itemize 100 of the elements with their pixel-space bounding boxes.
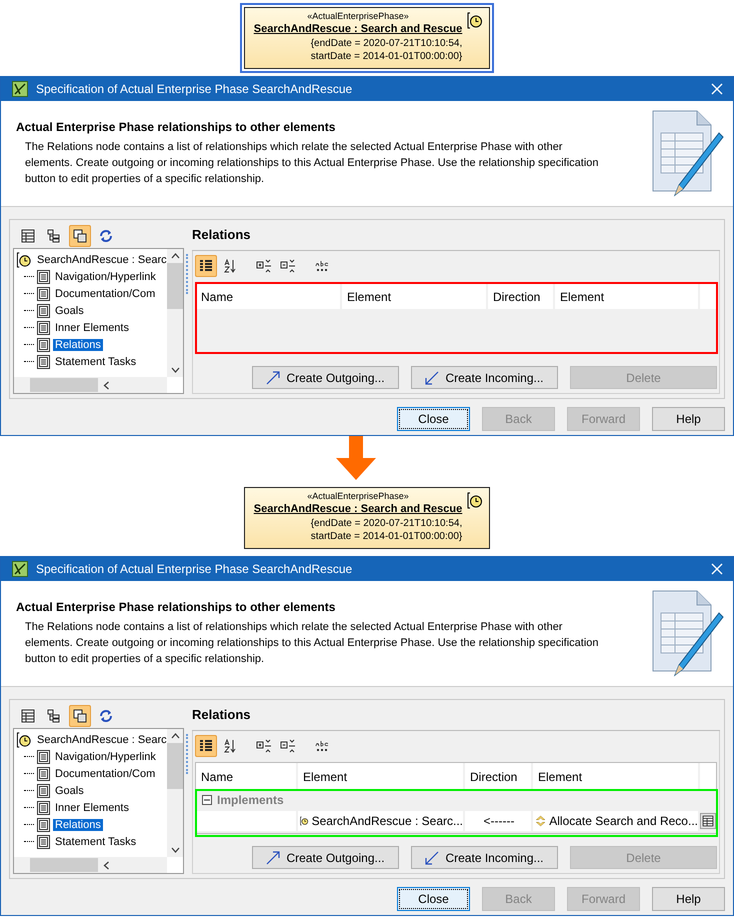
action-button[interactable]: Create Outgoing... [252, 366, 399, 389]
tagged-value: startDate = 2014-01-01T00:00:00} [310, 530, 462, 543]
element-shape[interactable]: «ActualEnterprisePhase» SearchAndRescue : Search and Rescue {endDate = 2020-07-21T10:10:54, startDate = 2014-01-01T00:00:00} [244, 487, 490, 549]
list-icon [199, 739, 213, 753]
tree-item[interactable]: Navigation/Hyperlink [53, 750, 158, 762]
tree-item[interactable]: Relations [53, 338, 103, 350]
refresh-icon [99, 229, 113, 243]
overlapping-squares-icon [73, 229, 87, 243]
close-icon[interactable] [711, 563, 723, 575]
document-icon [37, 320, 50, 334]
vertical-scrollbar[interactable] [167, 729, 184, 857]
action-button[interactable]: Create Incoming... [411, 846, 558, 869]
app-icon [12, 561, 28, 577]
list-icon [199, 259, 213, 273]
text-icon [314, 739, 330, 753]
tree-item[interactable]: Documentation/Com [53, 768, 158, 780]
app-icon [12, 81, 28, 97]
section-title: Relations [192, 704, 720, 731]
element-shape[interactable]: «ActualEnterprisePhase» SearchAndRescue : Search and Rescue {endDate = 2020-07-21T10:10:54, startDate = 2014-01-01T00:00:00} [244, 7, 490, 69]
grouped-tool-button[interactable] [195, 255, 217, 277]
horizontal-scrollbar[interactable] [14, 857, 168, 873]
copy-tool-button[interactable] [69, 705, 91, 727]
column-header[interactable]: Element [342, 283, 488, 309]
tree-item[interactable]: Goals [53, 304, 86, 316]
column-header[interactable]: Name [196, 283, 342, 309]
table-icon [21, 709, 35, 723]
tree-icon [47, 229, 61, 243]
tree-item[interactable]: Statement Tasks [53, 836, 138, 848]
close-icon[interactable] [711, 83, 723, 95]
scroll-up-icon[interactable] [170, 733, 180, 739]
document-icon [37, 750, 50, 764]
window-title: Specification of Actual Enterprise Phase SearchAndRescue [36, 82, 354, 96]
incoming-arrow-icon [425, 850, 440, 864]
document-icon [37, 818, 50, 832]
document-icon [37, 766, 50, 780]
header-filler [700, 763, 716, 789]
section-heading: Actual Enterprise Phase relationships to other elements [16, 600, 336, 614]
scroll-down-icon[interactable] [170, 367, 180, 373]
column-header[interactable]: Element [298, 763, 465, 789]
tree-item[interactable]: Statement Tasks [53, 356, 138, 368]
document-icon [37, 286, 50, 300]
tree-item[interactable]: Relations [53, 818, 103, 830]
specification-icon[interactable] [700, 812, 716, 830]
collapse-all-icon [280, 259, 296, 273]
header-filler [700, 283, 716, 309]
clock-icon [16, 252, 32, 268]
table-icon [21, 229, 35, 243]
tagged-value: {endDate = 2020-07-21T10:10:54, [310, 517, 462, 530]
element-name: SearchAndRescue : Search and Rescue [254, 502, 462, 517]
overlapping-squares-icon [73, 709, 87, 723]
description-text: The Relations node contains a list of relationships which relate the selected Actual Enterprise Phase with other elements. Create outgoing or incoming relationships to this Actual Enterprise Phase. Use the relationship specification button to edit properties of a specific relationship. [24, 140, 600, 187]
outgoing-arrow-icon [266, 370, 280, 384]
tagged-value: {endDate = 2020-07-21T10:10:54, [310, 37, 462, 50]
column-header[interactable]: Element [555, 283, 700, 309]
column-header[interactable]: Name [196, 763, 298, 789]
dialog-button[interactable]: Help [652, 407, 725, 431]
splitter-handle[interactable] [186, 734, 190, 774]
dialog-button[interactable]: Close [397, 887, 470, 911]
sort-icon [223, 739, 237, 753]
collapse-all-icon [280, 739, 296, 753]
column-header[interactable]: Element [533, 763, 700, 789]
splitter-handle[interactable] [186, 254, 190, 294]
collapse-toggle-icon[interactable] [202, 795, 212, 805]
group-label: Implements [217, 793, 284, 807]
description-text: The Relations node contains a list of relationships which relate the selected Actual Enterprise Phase with other elements. Create outgoing or incoming relationships to this Actual Enterprise Phase. Use the relationship specification button to edit properties of a specific relationship. [24, 620, 600, 667]
action-button[interactable]: Create Outgoing... [252, 846, 399, 869]
stereotype-label: «ActualEnterprisePhase» [307, 491, 409, 502]
tree-item[interactable]: Documentation/Com [53, 288, 158, 300]
document-icon [37, 304, 50, 318]
table-cell: Allocate Search and Reco... [533, 811, 698, 831]
document-icon [37, 270, 50, 284]
expand-all-icon [256, 739, 272, 753]
element-name: SearchAndRescue : Search and Rescue [254, 22, 462, 37]
grouped-tool-button[interactable] [195, 735, 217, 757]
copy-tool-button[interactable] [69, 225, 91, 247]
action-button[interactable]: Create Incoming... [411, 366, 558, 389]
incoming-arrow-icon [425, 370, 440, 384]
clock-icon [16, 732, 32, 748]
window-title: Specification of Actual Enterprise Phase SearchAndRescue [36, 562, 354, 576]
tree-item[interactable]: Goals [53, 784, 86, 796]
horizontal-scrollbar[interactable] [14, 377, 168, 393]
tree-item[interactable]: SearchAndRescue : Searc [35, 254, 169, 266]
clock-icon [467, 492, 483, 509]
tree-item[interactable]: Inner Elements [53, 802, 131, 814]
column-header[interactable]: Direction [465, 763, 533, 789]
tree-icon [47, 709, 61, 723]
tree-item[interactable]: SearchAndRescue : Searc [35, 734, 169, 746]
refresh-icon [99, 709, 113, 723]
tree-item[interactable]: Inner Elements [53, 322, 131, 334]
down-arrow-icon [336, 436, 376, 480]
stereotype-label: «ActualEnterprisePhase» [307, 11, 409, 22]
dialog-button[interactable]: Help [652, 887, 725, 911]
clock-icon [467, 12, 483, 29]
scroll-up-icon[interactable] [170, 253, 180, 259]
scroll-down-icon[interactable] [170, 847, 180, 853]
dialog-button[interactable]: Close [397, 407, 470, 431]
vertical-scrollbar[interactable] [167, 249, 184, 377]
column-header[interactable]: Direction [488, 283, 555, 309]
document-icon [37, 784, 50, 798]
tree-item[interactable]: Navigation/Hyperlink [53, 270, 158, 282]
